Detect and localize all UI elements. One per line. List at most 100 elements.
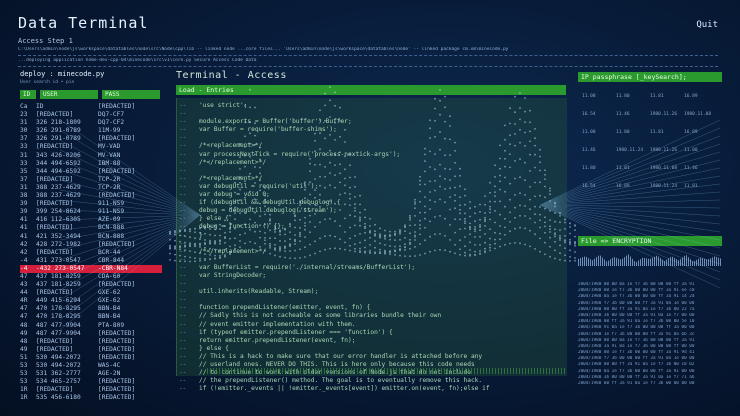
table-row[interactable]: 44 [REDACTED] GXE-62 [20, 289, 162, 297]
table-row[interactable]: 1R [REDACTED] [REDACTED] [20, 386, 162, 394]
column-header-pass[interactable]: PASS [102, 90, 160, 99]
table-row[interactable]: 42 [REDACTED] BCR-44 [20, 249, 162, 257]
table-row[interactable]: 4R 449 415-6294 GXE-62 [20, 297, 162, 305]
table-row[interactable]: 43 437 181-8259 [REDACTED] [20, 281, 162, 289]
number-cell: 16.89 [684, 94, 698, 99]
quit-button[interactable]: Quit [696, 20, 718, 30]
encryption-bar[interactable]: File => ENCRYPTION [578, 236, 722, 246]
number-cell: 11.08 [684, 148, 698, 153]
table-row[interactable]: 37 326 291-0789 [REDACTED] [20, 135, 162, 143]
table-row[interactable]: 35 344 494-6592 [REDACTED] [20, 168, 162, 176]
table-cell: WAS-4C [98, 362, 121, 369]
table-row[interactable]: -4 431 273-0547 CBR-844 [20, 257, 162, 265]
table-row[interactable]: 42 428 272-1982 [REDACTED] [20, 241, 162, 249]
table-row[interactable]: 37 [REDACTED] TCP-2R [20, 176, 162, 184]
table-row[interactable]: 33 344 494-6592 IBM-88 [20, 160, 162, 168]
table-row[interactable]: 33 [REDACTED] MV-VAD [20, 143, 162, 151]
table-cell: 31 [20, 151, 28, 159]
table-row[interactable]: -4 -432 273-0547 -CBR-N84 [20, 264, 162, 273]
code-line: util.inherits(Readable, Stream); [199, 288, 319, 296]
number-cell: 16.89 [684, 130, 698, 135]
table-row[interactable]: 39 399 254-8624 911-NS9 [20, 208, 162, 216]
number-cell: 11.08 [582, 94, 596, 99]
table-cell: 33 [20, 143, 28, 151]
terminal-body[interactable]: -- -- -- -- -- -- -- -- -- -- -- -- -- -- -- -- -- -- -- --… [176, 98, 567, 392]
line-marker: -- [179, 352, 187, 360]
table-row[interactable]: 49 487 477-9904 [REDACTED] [20, 330, 162, 338]
table-row[interactable]: 41 [REDACTED] BCN-888 [20, 224, 162, 232]
table-cell: 530 494-2072 [36, 362, 81, 369]
table-row[interactable]: 41 416 112-6305 AZE-09 [20, 216, 162, 224]
table-cell: 487 477-9904 [36, 329, 81, 337]
code-block: 'use strict'; module.exports = Buffer('bu… [199, 102, 559, 393]
line-marker: -- [179, 134, 187, 142]
ip-passphrase-bar[interactable]: IP passphrase [_keySearch]; [578, 72, 722, 82]
line-marker: -- [179, 150, 187, 158]
table-row[interactable]: 51 530 494-2072 [REDACTED] [20, 354, 162, 362]
deploy-panel: deploy : minecode.py User search id • pi… [20, 70, 162, 401]
table-row[interactable]: 47 470 178-8295 BBN-B4 [20, 313, 162, 321]
table-cell: [REDACTED] [98, 386, 136, 394]
table-row[interactable]: 47 437 181-8259 CDA-60 [20, 273, 162, 281]
table-cell: [REDACTED] [36, 289, 74, 297]
hex-line: 2004/1980 00 ff 3a 91 0a 1e f7 3b 00 00 … [578, 381, 695, 386]
line-marker: -- [179, 328, 187, 336]
table-row[interactable]: Ca ID [REDACTED] [20, 103, 162, 111]
table-cell: 534 465-2757 [36, 378, 81, 386]
table-cell: [REDACTED] [36, 386, 74, 394]
table-row[interactable]: 23 [REDACTED] DQ7-CF7 [20, 111, 162, 119]
table-cell: [REDACTED] [98, 345, 136, 353]
line-marker: -- [179, 102, 187, 109]
table-cell: [REDACTED] [36, 345, 74, 353]
number-cell: 11.08 [582, 130, 596, 135]
table-row[interactable]: 31 343 426-0206 MV-VAN [20, 152, 162, 160]
code-line: var debugUtil = require('util'); [199, 182, 319, 190]
column-header-user[interactable]: USER [40, 90, 98, 99]
right-panel: IP passphrase [_keySearch]; 11.08 11.80 11… [578, 72, 722, 392]
number-cell: 11.81 [616, 166, 630, 171]
table-row[interactable]: 53 531 362-2777 AGE-2N [20, 370, 162, 378]
table-cell: 1R [20, 386, 28, 394]
line-marker: -- [179, 255, 187, 263]
table-cell: 23 [20, 111, 28, 119]
table-row[interactable]: 49 [REDACTED] [REDACTED] [20, 346, 162, 354]
table-row[interactable]: 48 [REDACTED] [REDACTED] [20, 338, 162, 346]
line-marker: -- [179, 369, 187, 377]
table-cell: 470 178-8295 [36, 305, 81, 313]
table-row[interactable]: 53 530 494-2072 WAS-4C [20, 362, 162, 370]
table-row[interactable]: 48 487 477-9904 PTA-809 [20, 322, 162, 330]
load-entries-bar[interactable]: Load - Entries [176, 85, 566, 95]
table-cell: 388 237-4629 [36, 192, 81, 200]
table-cell: DQ7-CF7 [98, 111, 125, 119]
table-row[interactable]: 31 388 237-4629 TCP-2R [20, 184, 162, 192]
table-cell: 33 [20, 159, 28, 167]
number-cell: 11.80 [616, 94, 630, 99]
table-row[interactable]: 47 470 178-8295 BBN-B4 [20, 305, 162, 313]
table-row[interactable]: 53 534 465-2757 [REDACTED] [20, 378, 162, 386]
divider [18, 66, 718, 67]
table-row[interactable]: 41 421 352-3494 BCN-888 [20, 233, 162, 241]
table-row[interactable]: 38 388 237-4629 [REDACTED] [20, 192, 162, 200]
table-row[interactable]: 30 326 291-0789 11M-99 [20, 127, 162, 135]
code-line: if (typeof emitter.prependListener === '… [199, 328, 393, 336]
table-cell: 49 [20, 329, 28, 337]
table-row[interactable]: 1R 535 456-6180 [REDACTED] [20, 394, 162, 402]
table-row[interactable]: 39 [REDACTED] 911-NS9 [20, 200, 162, 208]
table-cell: 531 362-2777 [36, 370, 81, 378]
table-cell: 343 426-0206 [36, 151, 81, 159]
number-cell: 16.54 [582, 184, 596, 189]
table-cell: DQ7-CF2 [98, 119, 125, 127]
table-cell: [REDACTED] [98, 281, 136, 289]
table-cell: 31 [20, 119, 28, 127]
number-cell: 11.81 [650, 94, 664, 99]
column-header-id[interactable]: ID [20, 90, 36, 99]
code-line: /*<replacement>*/ [199, 174, 263, 182]
code-line: var StringDecoder; [199, 271, 267, 279]
path-line: C:\Users\admin\node\js\workspace\datatab… [18, 47, 509, 52]
table-cell: [REDACTED] [98, 329, 136, 337]
table-row[interactable]: 31 326 218-1809 DQ7-CF2 [20, 119, 162, 127]
terminal-panel: Terminal - Access Load - Entries -- -- -- -… [176, 70, 567, 392]
code-line: if (debugUtil && debugUtil.debuglog) { [199, 199, 341, 207]
